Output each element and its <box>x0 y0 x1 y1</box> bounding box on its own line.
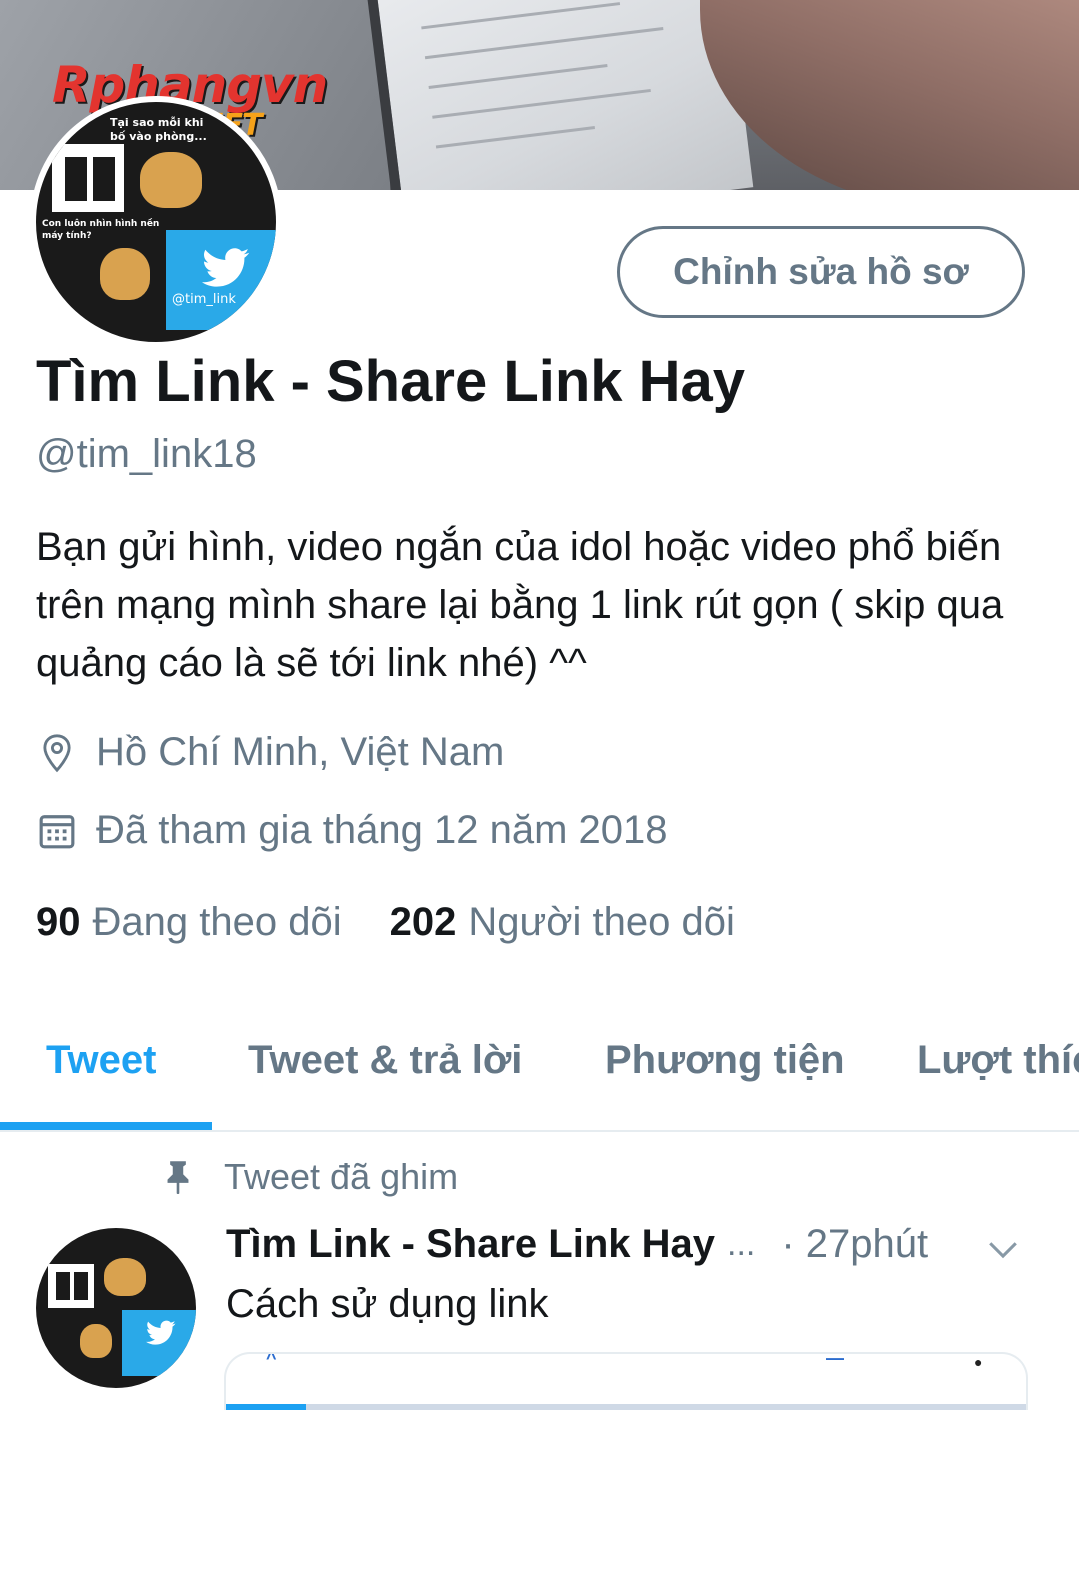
avatar-caption-top: Tại sao mỗi khi bố vào phòng... <box>110 116 207 143</box>
twitter-bird-icon <box>202 248 250 287</box>
following-count: 90 <box>36 900 81 944</box>
following-label: Đang theo dõi <box>92 900 342 944</box>
avatar-twitter-panel: @tim_link <box>166 230 276 330</box>
calendar-icon <box>36 810 78 852</box>
location-text: Hồ Chí Minh, Việt Nam <box>96 730 505 774</box>
tweet-timestamp[interactable]: · 27phút <box>781 1222 928 1267</box>
avatar-caption-mid: Con luôn nhìn hình nền máy tính? <box>42 219 160 241</box>
media-fragment-3: ● <box>974 1354 989 1370</box>
pin-icon <box>162 1159 194 1195</box>
tweet-options-chevron-down-icon[interactable] <box>986 1232 1020 1266</box>
tweet-author-avatar[interactable] <box>36 1228 196 1388</box>
banner-arm <box>700 0 1079 190</box>
pinned-tweet-label: Tweet đã ghim <box>162 1156 458 1198</box>
follow-stats: 90 Đang theo dõi 202 Người theo dõi <box>36 900 735 945</box>
edit-profile-button[interactable]: Chỉnh sửa hồ sơ <box>617 226 1025 318</box>
tweet-author-ellipsis: ... <box>727 1225 756 1263</box>
tab-tweets-replies[interactable]: Tweet & trả lời <box>248 1038 522 1083</box>
media-progress-bar <box>226 1404 1026 1410</box>
tab-likes[interactable]: Lượt thích <box>917 1038 1079 1083</box>
avatar-dog-small-1 <box>104 1258 146 1296</box>
profile-joined-date: Đã tham gia tháng 12 năm 2018 <box>36 808 668 853</box>
joined-text: Đã tham gia tháng 12 năm 2018 <box>96 808 668 852</box>
profile-name: Tìm Link - Share Link Hay <box>36 349 746 414</box>
avatar-window <box>52 144 124 212</box>
profile-tabs: Tweet Tweet & trả lời Phương tiện Lượt t… <box>0 1016 1079 1132</box>
tweet-header: Tìm Link - Share Link Hay ... · 27phút <box>226 1222 1046 1267</box>
avatar-meme-image: Tại sao mỗi khi bố vào phòng... Con luôn… <box>36 102 276 342</box>
following-link[interactable]: 90 Đang theo dõi <box>36 900 342 945</box>
avatar-twitter-panel-small <box>122 1310 196 1376</box>
location-pin-icon <box>36 732 78 774</box>
tweet-text: Cách sử dụng link <box>226 1282 549 1326</box>
followers-link[interactable]: 202 Người theo dõi <box>390 900 735 945</box>
profile-location: Hồ Chí Minh, Việt Nam <box>36 730 504 775</box>
banner-laptop-screen <box>366 0 754 190</box>
media-progress-fill <box>226 1404 306 1410</box>
tweet-media-preview[interactable]: ^ — ● <box>224 1352 1028 1410</box>
followers-label: Người theo dõi <box>468 900 735 944</box>
active-tab-indicator <box>0 1122 212 1130</box>
tweet-author-name[interactable]: Tìm Link - Share Link Hay <box>226 1222 715 1267</box>
media-fragment-2: — <box>826 1352 850 1368</box>
pinned-label-text: Tweet đã ghim <box>224 1156 459 1197</box>
avatar-dog-small-2 <box>80 1324 112 1358</box>
followers-count: 202 <box>389 900 457 944</box>
avatar-dog <box>140 152 202 208</box>
tab-tweets[interactable]: Tweet <box>46 1038 156 1083</box>
profile-bio: Bạn gửi hình, video ngắn của idol hoặc v… <box>36 525 1004 685</box>
avatar-dog-small <box>100 248 150 300</box>
media-fragment-1: ^ <box>266 1352 283 1368</box>
profile-handle: @tim_link18 <box>36 432 257 476</box>
twitter-bird-icon-small <box>146 1320 176 1345</box>
avatar-handle-text: @tim_link <box>172 292 236 307</box>
profile-avatar[interactable]: Tại sao mỗi khi bố vào phòng... Con luôn… <box>30 96 282 348</box>
tab-media[interactable]: Phương tiện <box>605 1038 845 1083</box>
avatar-window-small <box>48 1264 94 1308</box>
avatar-meme-image-small <box>36 1228 196 1388</box>
